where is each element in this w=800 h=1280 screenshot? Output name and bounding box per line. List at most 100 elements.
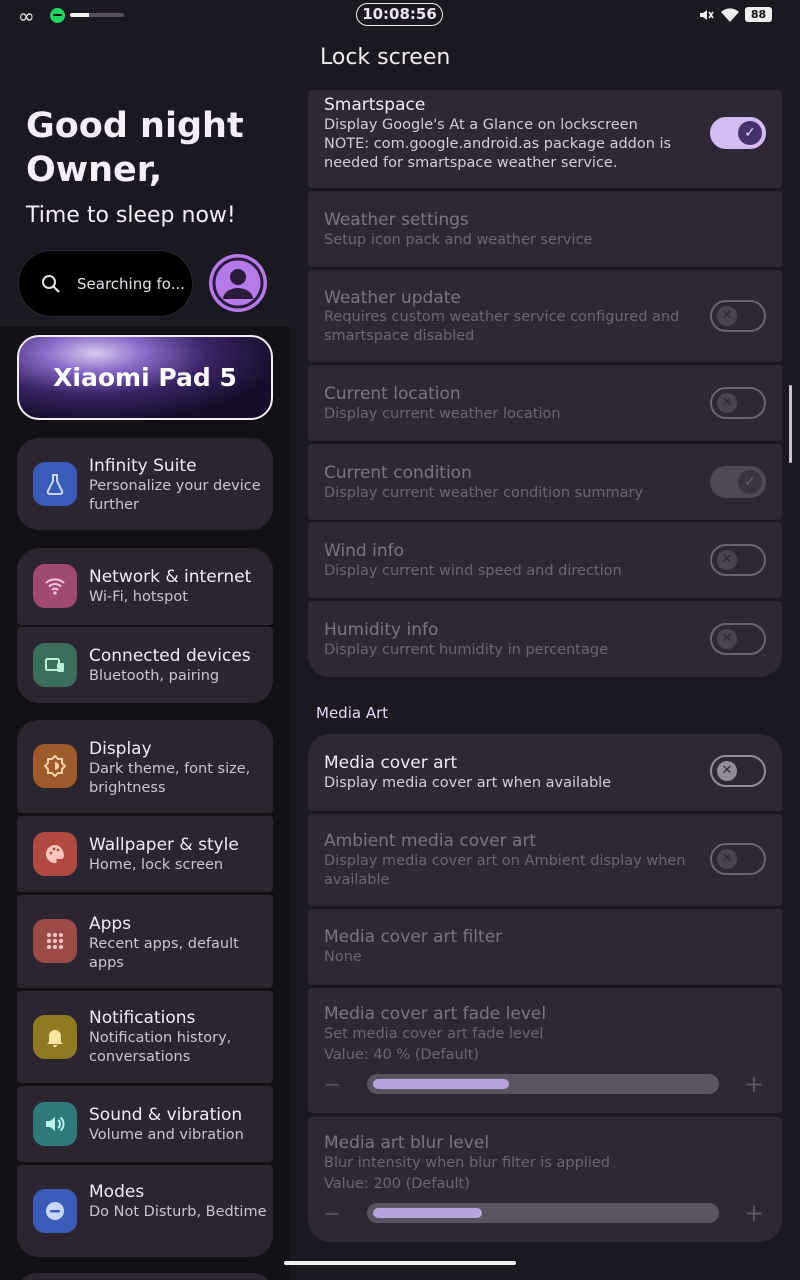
setting-current-location[interactable]: Current location Display current weather… xyxy=(308,365,782,441)
smartspace-toggle[interactable]: ✓ xyxy=(710,117,766,149)
minus-icon[interactable]: − xyxy=(324,1203,341,1223)
setting-subtitle: Display Google's At a Glance on lockscre… xyxy=(324,117,672,171)
plus-icon[interactable]: + xyxy=(744,1201,764,1225)
fade-level-slider[interactable]: − + xyxy=(324,1072,764,1096)
search-placeholder: Searching fo... xyxy=(77,275,185,293)
greeting-subtitle: Time to sleep now! xyxy=(26,203,236,228)
setting-subtitle: Setup icon pack and weather service xyxy=(324,232,593,248)
sidebar-item-next[interactable] xyxy=(17,1273,273,1280)
current-location-toggle[interactable]: ✕ xyxy=(710,387,766,419)
setting-current-condition[interactable]: Current condition Display current weathe… xyxy=(308,444,782,520)
blur-level-slider[interactable]: − + xyxy=(324,1201,764,1225)
dnd-icon xyxy=(33,1189,77,1233)
setting-title: Weather settings xyxy=(324,210,469,230)
setting-media-cover-art-fade-level[interactable]: Media cover art fade level Set media cov… xyxy=(308,988,782,1113)
media-progress-fill xyxy=(70,13,89,17)
sidebar-item-subtitle: Volume and vibration xyxy=(89,1127,244,1143)
device-card[interactable]: Xiaomi Pad 5 xyxy=(17,335,273,420)
setting-media-cover-art-filter[interactable]: Media cover art filter None xyxy=(308,909,782,985)
setting-subtitle: Set media cover art fade level xyxy=(324,1026,544,1042)
wind-info-toggle[interactable]: ✕ xyxy=(710,544,766,576)
sidebar-item-title: Sound & vibration xyxy=(89,1105,243,1125)
page-title: Lock screen xyxy=(320,45,451,70)
setting-subtitle: None xyxy=(324,949,362,965)
setting-ambient-media-cover-art[interactable]: Ambient media cover art Display media co… xyxy=(308,814,782,906)
sidebar-item-display[interactable]: Display Dark theme, font size, brightnes… xyxy=(17,720,273,813)
setting-title: Weather update xyxy=(324,288,461,308)
bell-icon xyxy=(33,1015,77,1059)
setting-subtitle: Display media cover art on Ambient displ… xyxy=(324,853,686,888)
sidebar-item-subtitle: Dark theme, font size, brightness xyxy=(89,761,251,796)
setting-title: Smartspace xyxy=(324,95,426,115)
sidebar-item-title: Display xyxy=(89,739,152,759)
infinity-icon: ∞ xyxy=(18,4,35,28)
slider-track[interactable] xyxy=(367,1203,719,1223)
sidebar-item-subtitle: Notification history, conversations xyxy=(89,1030,232,1065)
setting-weather-update[interactable]: Weather update Requires custom weather s… xyxy=(308,270,782,362)
setting-media-art-blur-level[interactable]: Media art blur level Blur intensity when… xyxy=(308,1117,782,1242)
setting-title: Media art blur level xyxy=(324,1133,490,1153)
sidebar-item-connected-devices[interactable]: Connected devices Bluetooth, pairing xyxy=(17,627,273,703)
setting-humidity-info[interactable]: Humidity info Display current humidity i… xyxy=(308,601,782,677)
setting-subtitle: Display media cover art when available xyxy=(324,775,612,791)
slider-fill xyxy=(373,1079,509,1089)
setting-value: Value: 40 % (Default) xyxy=(324,1047,480,1063)
setting-wind-info[interactable]: Wind info Display current wind speed and… xyxy=(308,522,782,598)
palette-icon xyxy=(33,832,77,876)
search-icon xyxy=(42,275,60,293)
slider-fill xyxy=(373,1208,482,1218)
apps-grid-icon xyxy=(33,919,77,963)
check-icon: ✓ xyxy=(738,121,762,145)
setting-title: Current condition xyxy=(324,463,472,483)
minus-icon[interactable]: − xyxy=(324,1074,341,1094)
slider-track[interactable] xyxy=(367,1074,719,1094)
weather-update-toggle[interactable]: ✕ xyxy=(710,300,766,332)
sidebar-item-title: Connected devices xyxy=(89,646,251,666)
sidebar-item-subtitle: Wi-Fi, hotspot xyxy=(89,589,188,605)
setting-title: Ambient media cover art xyxy=(324,831,537,851)
setting-value: Value: 200 (Default) xyxy=(324,1176,470,1192)
sidebar-item-title: Wallpaper & style xyxy=(89,835,239,855)
setting-smartspace[interactable]: Smartspace Display Google's At a Glance … xyxy=(308,90,782,188)
status-bar: ∞ 10:08:56 88 xyxy=(0,0,800,30)
setting-title: Media cover art xyxy=(324,753,458,773)
media-cover-art-toggle[interactable]: ✕ xyxy=(710,755,766,787)
greeting-name: Owner, xyxy=(26,150,163,190)
sidebar-item-wallpaper[interactable]: Wallpaper & style Home, lock screen xyxy=(17,816,273,892)
sidebar-item-subtitle: Bluetooth, pairing xyxy=(89,668,220,684)
search-bar[interactable]: Searching fo... xyxy=(18,250,193,317)
sidebar-item-title: Modes xyxy=(89,1182,145,1202)
sidebar-item-network[interactable]: Network & internet Wi-Fi, hotspot xyxy=(17,548,273,625)
media-progress-bar xyxy=(70,13,124,17)
device-name: Xiaomi Pad 5 xyxy=(53,363,237,392)
current-condition-toggle[interactable]: ✓ xyxy=(710,466,766,498)
gesture-home-bar[interactable] xyxy=(284,1261,516,1265)
sidebar-item-subtitle: Recent apps, default apps xyxy=(89,936,239,971)
setting-title: Current location xyxy=(324,384,461,404)
humidity-info-toggle[interactable]: ✕ xyxy=(710,623,766,655)
sidebar-item-modes[interactable]: Modes Do Not Disturb, Bedtime xyxy=(17,1165,273,1257)
setting-media-cover-art[interactable]: Media cover art Display media cover art … xyxy=(308,734,782,811)
greeting-title: Good night xyxy=(26,106,244,146)
sidebar-item-sound[interactable]: Sound & vibration Volume and vibration xyxy=(17,1086,273,1162)
sidebar-item-title: Notifications xyxy=(89,1008,196,1028)
avatar[interactable] xyxy=(209,254,267,312)
sidebar-item-apps[interactable]: Apps Recent apps, default apps xyxy=(17,895,273,988)
close-icon: ✕ xyxy=(717,761,737,781)
setting-subtitle: Display current weather condition summar… xyxy=(324,485,644,501)
wifi-icon xyxy=(33,564,77,608)
sidebar-item-title: Apps xyxy=(89,914,132,934)
wifi-icon xyxy=(721,8,739,22)
sidebar-item-title: Network & internet xyxy=(89,567,252,587)
check-icon: ✓ xyxy=(738,470,762,494)
close-icon: ✕ xyxy=(717,550,737,570)
close-icon: ✕ xyxy=(717,849,737,869)
setting-weather-settings[interactable]: Weather settings Setup icon pack and wea… xyxy=(308,191,782,267)
setting-subtitle: Display current wind speed and direction xyxy=(324,563,622,579)
sidebar-item-infinity-suite[interactable]: Infinity Suite Personalize your device f… xyxy=(17,438,273,530)
sidebar-item-notifications[interactable]: Notifications Notification history, conv… xyxy=(17,991,273,1083)
plus-icon[interactable]: + xyxy=(744,1072,764,1096)
scrollbar[interactable] xyxy=(789,385,792,463)
ambient-media-cover-art-toggle[interactable]: ✕ xyxy=(710,843,766,875)
devices-icon xyxy=(33,643,77,687)
